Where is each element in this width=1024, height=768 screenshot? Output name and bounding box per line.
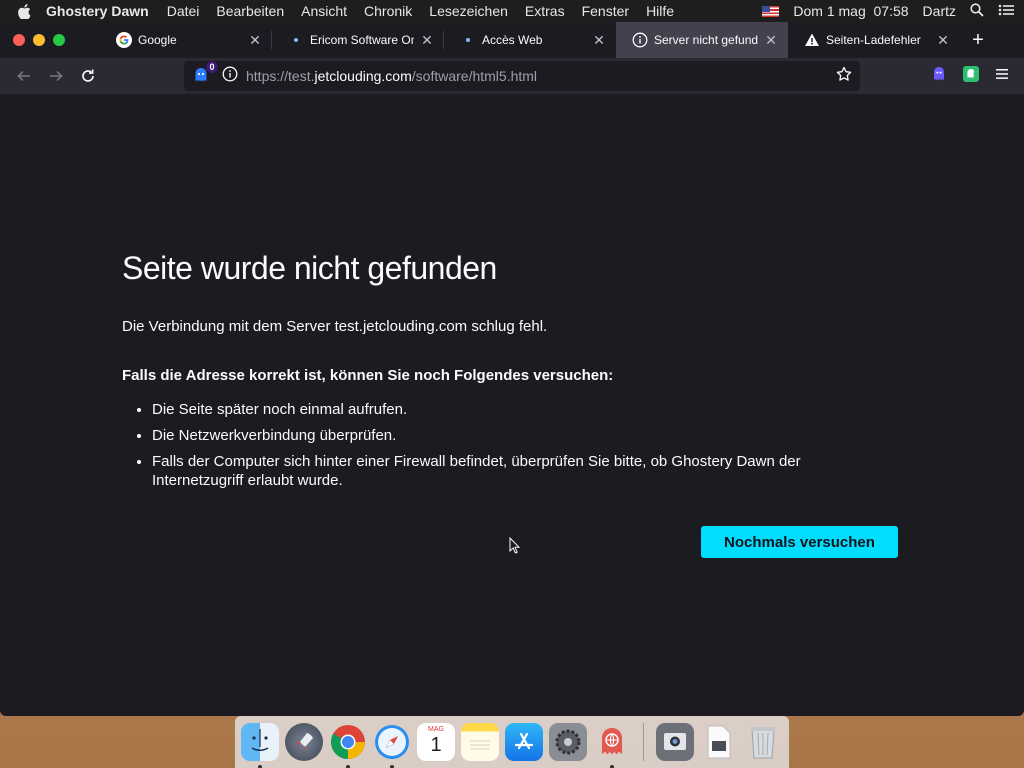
close-tab-icon[interactable]: ✕	[936, 32, 950, 49]
url-path: /software/html5.html	[411, 68, 538, 84]
tab-label: Google	[138, 33, 177, 47]
tab-bar: Google ✕ Ericom Software Onli ✕ Accès We…	[0, 22, 1024, 58]
plus-icon: +	[972, 28, 984, 51]
reload-button[interactable]	[72, 62, 104, 90]
list-item: Die Netzwerkverbindung überprüfen.	[152, 426, 842, 445]
screen-capture-icon[interactable]	[656, 723, 694, 761]
tab-label: Accès Web	[482, 33, 543, 47]
navigation-toolbar: 0 https://test.jetclouding.com/software/…	[0, 58, 1024, 94]
site-info-icon[interactable]	[222, 66, 238, 87]
ghostery-dawn-icon[interactable]	[593, 723, 631, 768]
google-icon	[116, 32, 132, 48]
apple-menu-icon[interactable]	[18, 3, 32, 19]
extension-icon[interactable]	[930, 65, 948, 88]
hamburger-menu-icon[interactable]	[994, 66, 1010, 87]
macos-dock: MAG 1	[235, 716, 789, 768]
menu-hilfe[interactable]: Hilfe	[646, 3, 674, 19]
launchpad-icon[interactable]	[285, 723, 323, 761]
dock-separator	[643, 723, 644, 761]
safari-icon[interactable]	[373, 723, 411, 768]
menubar-clock[interactable]: Dom 1 mag 07:58	[793, 3, 908, 19]
error-page: Seite wurde nicht gefunden Die Verbindun…	[0, 94, 1024, 716]
forward-button[interactable]	[40, 62, 72, 90]
url-text[interactable]: https://test.jetclouding.com/software/ht…	[246, 68, 537, 84]
tracker-count-badge: 0	[206, 61, 218, 73]
dot-icon	[460, 32, 476, 48]
url-prefix: https://test.	[246, 68, 315, 84]
error-subtitle: Falls die Adresse korrekt ist, können Si…	[122, 367, 614, 384]
tab-label: Server nicht gefunde	[654, 33, 758, 47]
ghostery-extension-icon[interactable]	[962, 65, 980, 88]
close-window-button[interactable]	[13, 34, 25, 46]
close-tab-icon[interactable]: ✕	[592, 32, 606, 49]
error-description: Die Verbindung mit dem Server test.jetcl…	[122, 318, 548, 335]
finder-icon[interactable]	[241, 723, 279, 768]
zoom-window-button[interactable]	[53, 34, 65, 46]
back-button[interactable]	[8, 62, 40, 90]
menu-datei[interactable]: Datei	[167, 3, 200, 19]
retry-button[interactable]: Nochmals versuchen	[701, 526, 898, 558]
menubar-app-name[interactable]: Ghostery Dawn	[46, 3, 149, 19]
warning-icon	[804, 32, 820, 48]
close-tab-icon[interactable]: ✕	[248, 32, 262, 49]
menubar-user[interactable]: Dartz	[923, 3, 956, 19]
app-store-icon[interactable]	[505, 723, 543, 761]
chrome-icon[interactable]	[329, 723, 367, 768]
window-controls	[0, 22, 100, 58]
url-host: jetclouding.com	[314, 68, 412, 84]
close-tab-icon[interactable]: ✕	[764, 32, 778, 49]
tab-seiten-ladefehler[interactable]: Seiten-Ladefehler ✕	[788, 22, 960, 58]
tab-ericom[interactable]: Ericom Software Onli ✕	[272, 22, 444, 58]
calendar-day: 1	[430, 734, 442, 756]
tab-label: Seiten-Ladefehler	[826, 33, 921, 47]
tab-google[interactable]: Google ✕	[100, 22, 272, 58]
close-tab-icon[interactable]: ✕	[420, 32, 434, 49]
menu-extras[interactable]: Extras	[525, 3, 565, 19]
macos-menubar: Ghostery Dawn Datei Bearbeiten Ansicht C…	[0, 0, 1024, 22]
system-preferences-icon[interactable]	[549, 723, 587, 761]
menu-lesezeichen[interactable]: Lesezeichen	[429, 3, 508, 19]
menu-bearbeiten[interactable]: Bearbeiten	[216, 3, 284, 19]
tab-acces-web[interactable]: Accès Web ✕	[444, 22, 616, 58]
trash-icon[interactable]	[744, 723, 782, 761]
menu-fenster[interactable]: Fenster	[582, 3, 629, 19]
list-item: Die Seite später noch einmal aufrufen.	[152, 400, 842, 419]
url-bar[interactable]: 0 https://test.jetclouding.com/software/…	[184, 61, 860, 91]
ghostery-icon[interactable]: 0	[190, 61, 218, 87]
menu-chronik[interactable]: Chronik	[364, 3, 412, 19]
browser-window: Google ✕ Ericom Software Onli ✕ Accès We…	[0, 22, 1024, 716]
input-source-flag-icon[interactable]	[762, 5, 780, 17]
suggestions-list: Die Seite später noch einmal aufrufen. D…	[152, 400, 842, 497]
bookmark-star-icon[interactable]	[836, 66, 852, 87]
menu-ansicht[interactable]: Ansicht	[301, 3, 347, 19]
control-center-icon[interactable]	[998, 3, 1014, 19]
error-title: Seite wurde nicht gefunden	[122, 250, 497, 286]
extensions-area	[930, 65, 1016, 88]
notes-icon[interactable]	[461, 723, 499, 761]
arrow-left-icon	[17, 70, 30, 82]
info-icon	[632, 32, 648, 48]
calendar-month: MAG	[428, 726, 444, 733]
mouse-cursor-icon	[509, 536, 521, 560]
calendar-icon[interactable]: MAG 1	[417, 723, 455, 761]
reload-icon	[82, 69, 94, 82]
tab-label: Ericom Software Onli	[310, 33, 414, 47]
minimize-window-button[interactable]	[33, 34, 45, 46]
dot-icon	[288, 32, 304, 48]
document-icon[interactable]	[700, 723, 738, 761]
spotlight-search-icon[interactable]	[970, 2, 984, 20]
tab-server-not-found[interactable]: Server nicht gefunde ✕	[616, 22, 788, 58]
arrow-right-icon	[50, 70, 63, 82]
list-item: Falls der Computer sich hinter einer Fir…	[152, 452, 842, 490]
new-tab-button[interactable]: +	[960, 22, 996, 58]
